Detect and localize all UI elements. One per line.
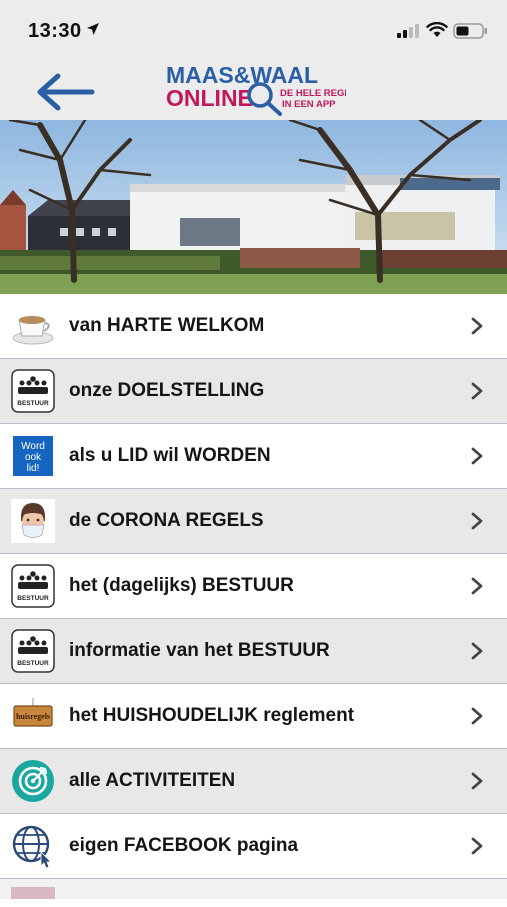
clubhouse-photo [0,120,507,294]
location-arrow-icon [87,23,99,35]
huisregels-sign-icon: huisregels [13,698,53,727]
svg-text:DE HELE REGIO: DE HELE REGIO [280,88,346,99]
menu-item-activiteiten[interactable]: alle ACTIVITEITEN [0,749,507,814]
menu-item-label: van HARTE WELKOM [69,315,265,336]
menu-item-label: de CORONA REGELS [69,510,264,531]
battery-icon [453,23,487,39]
face-mask-icon [11,499,55,543]
svg-text:BESTUUR: BESTUUR [17,660,49,667]
svg-text:IN EEN APP: IN EEN APP [282,99,336,110]
svg-text:BESTUUR: BESTUUR [17,595,49,602]
menu-item-label: onze DOELSTELLING [69,380,265,401]
menu-item-corona[interactable]: de CORONA REGELS [0,489,507,554]
menu-item-label: alle ACTIVITEITEN [69,770,236,791]
chevron-right-icon [471,317,483,335]
main-menu: van HARTE WELKOM BESTUUR onze DOELSTELLI… [0,294,507,899]
svg-text:BESTUUR: BESTUUR [17,400,49,407]
cellular-signal-icon [397,24,419,38]
menu-item-label: als u LID wil WORDEN [69,445,271,466]
menu-item-partial[interactable] [0,879,507,899]
svg-text:ONLINE: ONLINE [166,85,253,111]
chevron-right-icon [471,772,483,790]
menu-item-facebook[interactable]: eigen FACEBOOK pagina [0,814,507,879]
chevron-right-icon [471,382,483,400]
menu-item-label: het (dagelijks) BESTUUR [69,575,294,596]
svg-text:ook: ook [25,452,42,463]
wifi-icon [426,22,448,37]
chevron-right-icon [471,577,483,595]
chevron-right-icon [471,837,483,855]
chevron-right-icon [471,447,483,465]
bestuur-icon: BESTUUR [11,564,55,608]
bestuur-icon: BESTUUR [11,629,55,673]
svg-text:huisregels: huisregels [16,712,50,721]
globe-cursor-icon [12,825,52,868]
chevron-right-icon [471,642,483,660]
arrow-left-icon[interactable] [34,70,96,114]
menu-item-informatie-bestuur[interactable]: BESTUUR informatie van het BESTUUR [0,619,507,684]
chevron-right-icon [471,512,483,530]
menu-item-label: het HUISHOUDELIJK reglement [69,705,355,726]
svg-text:lid!: lid! [27,463,40,474]
coffee-cup-icon [12,316,54,345]
chevron-right-icon [471,707,483,725]
menu-item-dagelijks-bestuur[interactable]: BESTUUR het (dagelijks) BESTUUR [0,554,507,619]
menu-item-huishoudelijk-reglement[interactable]: huisregels het HUISHOUDELIJK reglement [0,684,507,749]
menu-item-welkom[interactable]: van HARTE WELKOM [0,294,507,359]
svg-text:Word: Word [21,441,45,452]
menu-item-label: eigen FACEBOOK pagina [69,835,299,856]
word-ook-lid-icon: Word ook lid! [13,436,53,476]
bestuur-icon: BESTUUR [11,369,55,413]
maas-waal-online-logo: MAAS&WAAL ONLINE DE HELE REGIO IN EEN AP… [166,62,346,116]
target-icon [12,760,54,802]
menu-item-lid-worden[interactable]: Word ook lid! als u LID wil WORDEN [0,424,507,489]
status-bar: 13:30 [0,0,507,60]
menu-item-label: informatie van het BESTUUR [69,640,330,661]
status-time: 13:30 [28,20,82,42]
partial-item-icon [11,887,55,899]
app-header: MAAS&WAAL ONLINE DE HELE REGIO IN EEN AP… [0,60,507,120]
menu-item-doelstelling[interactable]: BESTUUR onze DOELSTELLING [0,359,507,424]
